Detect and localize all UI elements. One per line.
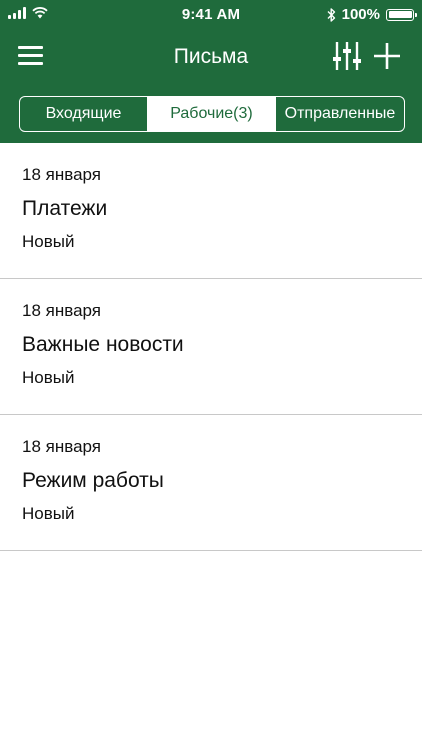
tab-sent[interactable]: Отправленные [276,97,404,131]
add-button[interactable] [372,41,402,71]
message-date: 18 января [22,165,101,184]
status-right: 100% [327,6,417,23]
battery-percent: 100% [341,6,380,23]
tab-segmented-control: Входящие Рабочие(3) Отправленные [19,96,405,132]
bluetooth-icon [327,7,335,22]
tab-inbox[interactable]: Входящие [20,97,148,131]
list-item[interactable]: 18 января Платежи Новый [0,143,422,279]
filter-button[interactable] [332,40,362,72]
message-status: Новый [22,504,75,523]
header: 9:41 AM 100% Письма Входящие Рабочие(3) … [0,0,422,143]
message-date: 18 января [22,437,101,456]
plus-icon [374,43,400,69]
message-title: Важные новости [22,333,184,356]
sliders-icon [333,42,361,70]
message-status: Новый [22,368,75,387]
message-date: 18 января [22,301,101,320]
message-list: 18 января Платежи Новый 18 января Важные… [0,143,422,551]
nav-bar: Письма [0,30,422,84]
app-screen: 9:41 AM 100% Письма Входящие Рабочие(3) … [0,0,422,750]
list-item[interactable]: 18 января Режим работы Новый [0,415,422,551]
message-status: Новый [22,232,75,251]
message-title: Платежи [22,197,108,220]
list-item[interactable]: 18 января Важные новости Новый [0,279,422,415]
battery-icon [386,8,417,21]
message-title: Режим работы [22,469,164,492]
status-bar: 9:41 AM 100% [0,0,422,30]
tab-work[interactable]: Рабочие(3) [148,97,276,131]
